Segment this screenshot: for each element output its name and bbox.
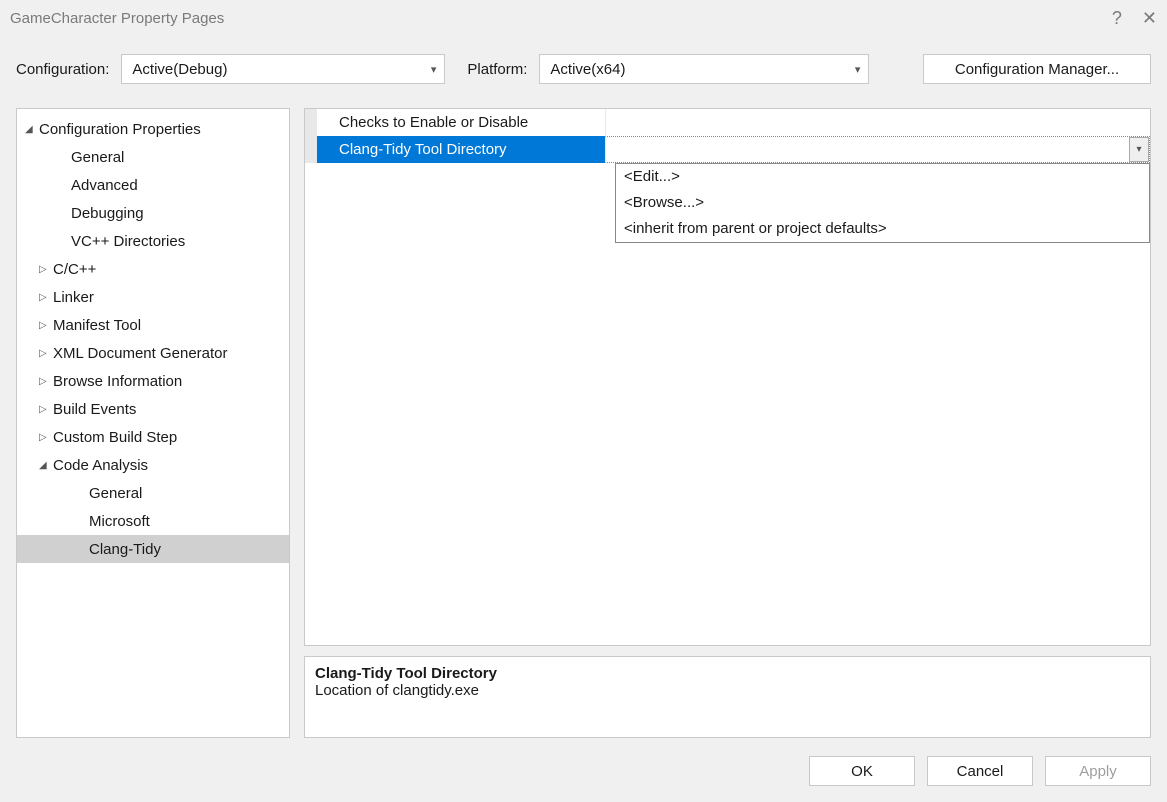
property-name: Clang-Tidy Tool Directory [305,136,605,163]
tree-item[interactable]: Advanced [17,171,289,199]
dropdown-option[interactable]: <Browse...> [616,190,1149,216]
expand-collapse-icon[interactable]: ◢ [25,124,39,135]
tree-item-label: Clang-Tidy [89,541,161,558]
expand-collapse-icon[interactable]: ▷ [39,348,53,359]
property-name: Checks to Enable or Disable [305,109,605,136]
tree-item[interactable]: Microsoft [17,507,289,535]
topbar: Configuration: Active(Debug) ▾ Platform:… [0,36,1167,102]
property-value[interactable]: ▾ [605,136,1150,163]
tree-item[interactable]: Clang-Tidy [17,535,289,563]
titlebar: GameCharacter Property Pages ? ✕ [0,0,1167,36]
chevron-down-icon: ▾ [855,63,861,76]
tree-item[interactable]: VC++ Directories [17,227,289,255]
tree-item[interactable]: General [17,479,289,507]
property-row[interactable]: Clang-Tidy Tool Directory ▾ [305,136,1150,163]
configuration-label: Configuration: [16,61,109,78]
tree-item-label: Custom Build Step [53,429,177,446]
ok-button[interactable]: OK [809,756,915,786]
description-title: Clang-Tidy Tool Directory [315,665,1140,682]
tree-item-label: General [71,149,124,166]
tree-item[interactable]: ▷Browse Information [17,367,289,395]
platform-combo[interactable]: Active(x64) ▾ [539,54,869,84]
chevron-down-icon: ▾ [431,63,437,76]
description-box: Clang-Tidy Tool Directory Location of cl… [304,656,1151,738]
expand-collapse-icon[interactable]: ▷ [39,432,53,443]
tree-item[interactable]: ▷Custom Build Step [17,423,289,451]
tree-item[interactable]: ◢Code Analysis [17,451,289,479]
tree-item-label: Build Events [53,401,136,418]
tree-item-label: Linker [53,289,94,306]
property-grid[interactable]: Checks to Enable or DisableClang-Tidy To… [304,108,1151,646]
expand-collapse-icon[interactable]: ▷ [39,264,53,275]
tree-item-label: Browse Information [53,373,182,390]
tree-item-label: C/C++ [53,261,96,278]
property-row[interactable]: Checks to Enable or Disable [305,109,1150,136]
footer: OK Cancel Apply [809,756,1151,786]
configuration-manager-button[interactable]: Configuration Manager... [923,54,1151,84]
configuration-value: Active(Debug) [132,61,227,78]
expand-collapse-icon[interactable]: ▷ [39,320,53,331]
tree-root[interactable]: ◢ Configuration Properties [17,115,289,143]
expand-collapse-icon[interactable]: ▷ [39,404,53,415]
expand-collapse-icon[interactable]: ▷ [39,376,53,387]
description-text: Location of clangtidy.exe [315,682,1140,699]
tree-item-label: Debugging [71,205,144,222]
window-title: GameCharacter Property Pages [10,10,224,27]
tree-item-label: Microsoft [89,513,150,530]
expand-collapse-icon[interactable]: ◢ [39,460,53,471]
dropdown-option[interactable]: <inherit from parent or project defaults… [616,216,1149,242]
close-icon[interactable]: ✕ [1142,9,1157,27]
tree-item[interactable]: ▷Manifest Tool [17,311,289,339]
help-icon[interactable]: ? [1112,9,1122,27]
tree-item-label: Manifest Tool [53,317,141,334]
tree-item-label: Advanced [71,177,138,194]
tree-item-label: VC++ Directories [71,233,185,250]
dropdown-button[interactable]: ▾ [1129,137,1149,162]
configuration-combo[interactable]: Active(Debug) ▾ [121,54,445,84]
expand-collapse-icon[interactable]: ▷ [39,292,53,303]
tree-item-label: General [89,485,142,502]
platform-value: Active(x64) [550,61,625,78]
tree-item[interactable]: ▷XML Document Generator [17,339,289,367]
tree-item-label: Code Analysis [53,457,148,474]
tree[interactable]: ◢ Configuration Properties General Advanc… [16,108,290,738]
tree-item-label: XML Document Generator [53,345,228,362]
tree-item[interactable]: ▷Linker [17,283,289,311]
tree-item[interactable]: ▷C/C++ [17,255,289,283]
platform-label: Platform: [467,61,527,78]
dropdown-option[interactable]: <Edit...> [616,164,1149,190]
tree-item[interactable]: Debugging [17,199,289,227]
tree-item[interactable]: General [17,143,289,171]
cancel-button[interactable]: Cancel [927,756,1033,786]
apply-button[interactable]: Apply [1045,756,1151,786]
value-dropdown[interactable]: <Edit...><Browse...><inherit from parent… [615,163,1150,243]
tree-item[interactable]: ▷Build Events [17,395,289,423]
property-value[interactable] [605,109,1150,136]
